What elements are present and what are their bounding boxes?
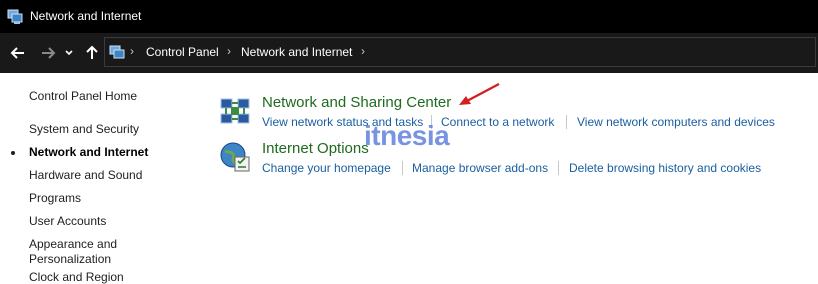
sidebar-item-network-and-internet[interactable]: Network and Internet [29,145,148,159]
back-arrow-icon[interactable] [8,43,28,63]
control-panel-home-link[interactable]: Control Panel Home [29,89,137,103]
sidebar-item-system-and-security[interactable]: System and Security [29,122,139,136]
internet-options-icon [220,142,250,172]
left-nav-pane: Control Panel Home System and Security N… [0,73,200,284]
network-folder-icon [7,9,23,24]
network-and-sharing-center-link[interactable]: Network and Sharing Center [262,94,451,111]
breadcrumb-network-and-internet[interactable]: Network and Internet [241,45,352,59]
task-separator [558,161,559,175]
task-separator [566,115,567,129]
annotation-arrow-icon [459,82,500,105]
breadcrumb-separator: › [227,44,231,58]
control-panel-icon [109,45,125,59]
forward-arrow-icon[interactable] [38,43,58,63]
current-page-bullet [11,151,15,155]
window-title: Network and Internet [30,9,142,23]
manage-browser-addons-link[interactable]: Manage browser add-ons [412,161,548,175]
up-arrow-icon[interactable] [82,43,102,63]
sidebar-item-clock-and-region[interactable]: Clock and Region [29,270,124,284]
sidebar-item-appearance-and-personalization[interactable]: Appearance and Personalization [29,237,129,267]
chevron-down-icon[interactable] [62,43,76,63]
change-homepage-link[interactable]: Change your homepage [262,161,391,175]
breadcrumb-separator: › [130,44,134,58]
delete-browsing-history-link[interactable]: Delete browsing history and cookies [569,161,761,175]
watermark-logo: itnesia [364,120,450,151]
sidebar-item-user-accounts[interactable]: User Accounts [29,214,106,228]
view-network-computers-link[interactable]: View network computers and devices [577,115,775,129]
sidebar-item-programs[interactable]: Programs [29,191,81,205]
task-separator [402,161,403,175]
connect-to-network-link[interactable]: Connect to a network [441,115,554,129]
network-sharing-icon [220,98,250,124]
address-bar[interactable]: › Control Panel › Network and Internet › [104,37,816,67]
internet-options-link[interactable]: Internet Options [262,140,369,157]
sidebar-item-hardware-and-sound[interactable]: Hardware and Sound [29,168,142,182]
breadcrumb-separator: › [361,44,365,58]
navigation-bar: › Control Panel › Network and Internet › [0,33,818,73]
title-bar: Network and Internet [0,0,818,33]
breadcrumb-control-panel[interactable]: Control Panel [146,45,219,59]
